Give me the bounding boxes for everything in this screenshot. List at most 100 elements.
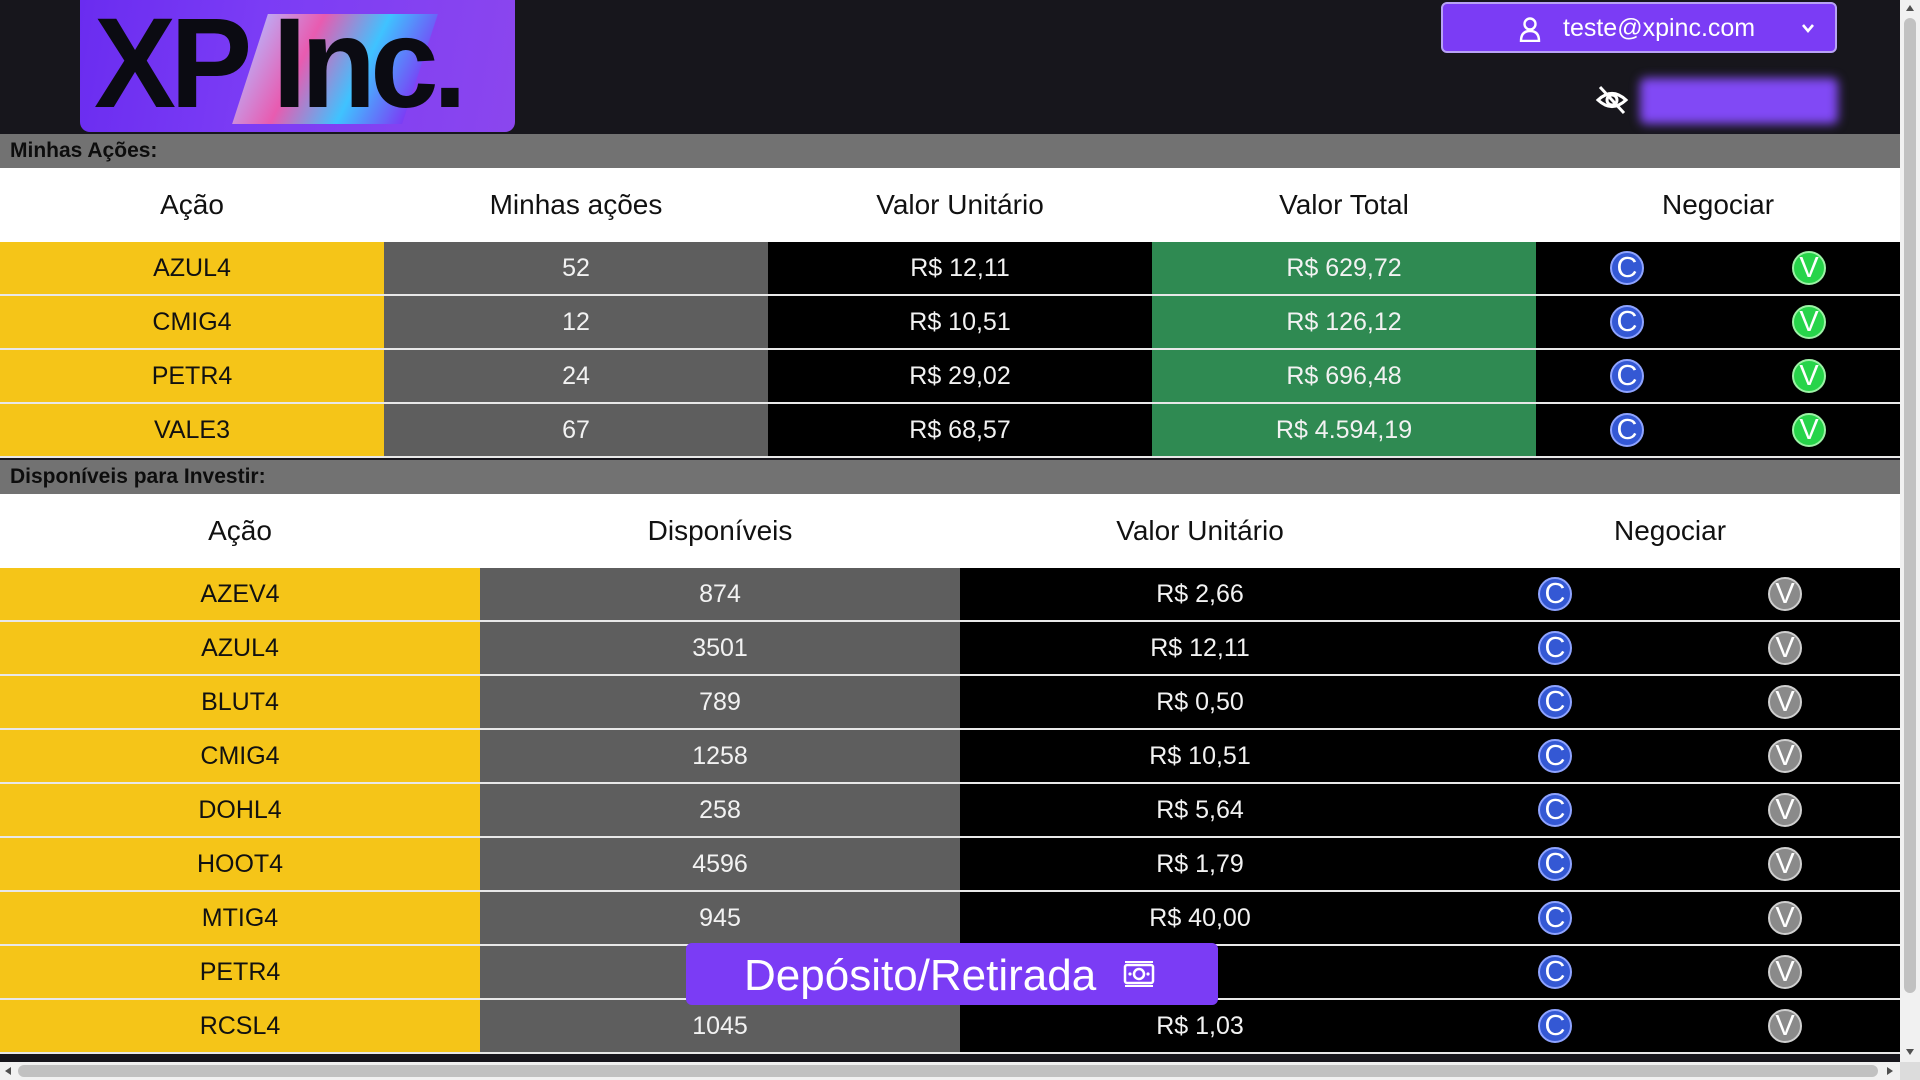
column-header-ticker: Ação bbox=[208, 515, 272, 546]
scroll-down-arrow-icon[interactable] bbox=[1905, 1048, 1915, 1056]
scrollbar-corner bbox=[1900, 1062, 1920, 1080]
buy-button[interactable]: C bbox=[1538, 685, 1572, 719]
quantity-cell: 1258 bbox=[480, 730, 960, 782]
total-value-cell: R$ 126,12 bbox=[1152, 296, 1536, 348]
sell-button[interactable]: V bbox=[1792, 359, 1826, 393]
column-header-trade: Negociar bbox=[1661, 189, 1775, 220]
buy-button[interactable]: C bbox=[1538, 577, 1572, 611]
xp-logo[interactable]: XP Inc. bbox=[80, 0, 515, 132]
quantity-cell: 874 bbox=[480, 568, 960, 620]
quantity-cell: 67 bbox=[384, 404, 768, 456]
quantity-cell: 4596 bbox=[480, 838, 960, 890]
quantity-cell: 12 bbox=[384, 296, 768, 348]
sell-button[interactable]: V bbox=[1768, 955, 1802, 989]
unit-value-cell: R$ 0,50 bbox=[960, 676, 1440, 728]
table-row: DOHL4 258 R$ 5,64 C V bbox=[0, 784, 1900, 838]
table-row: MTIG4 945 R$ 40,00 C V bbox=[0, 892, 1900, 946]
ticker-cell: AZUL4 bbox=[0, 622, 480, 674]
eye-off-icon[interactable] bbox=[1595, 83, 1629, 117]
unit-value-cell: R$ 1,79 bbox=[960, 838, 1440, 890]
quantity-cell: 3501 bbox=[480, 622, 960, 674]
unit-value-cell: R$ 5,64 bbox=[960, 784, 1440, 836]
buy-button[interactable]: C bbox=[1610, 251, 1644, 285]
trade-cell: C V bbox=[1440, 730, 1900, 782]
ticker-cell: MTIG4 bbox=[0, 892, 480, 944]
table-row: CMIG4 12 R$ 10,51 R$ 126,12 C V bbox=[0, 296, 1900, 350]
scroll-left-arrow-icon[interactable] bbox=[4, 1066, 12, 1076]
column-header-my-shares: Minhas ações bbox=[489, 189, 663, 220]
section-title-my-stocks: Minhas Ações: bbox=[0, 134, 1900, 168]
sell-button[interactable]: V bbox=[1768, 1009, 1802, 1043]
scroll-up-arrow-icon[interactable] bbox=[1905, 4, 1915, 12]
buy-button[interactable]: C bbox=[1610, 413, 1644, 447]
buy-button[interactable]: C bbox=[1610, 359, 1644, 393]
sell-button[interactable]: V bbox=[1768, 847, 1802, 881]
unit-value-cell: R$ 68,57 bbox=[768, 404, 1152, 456]
buy-button[interactable]: C bbox=[1538, 793, 1572, 827]
unit-value-cell: R$ 12,11 bbox=[768, 242, 1152, 294]
sell-button[interactable]: V bbox=[1768, 577, 1802, 611]
ticker-cell: RCSL4 bbox=[0, 1000, 480, 1052]
sell-button[interactable]: V bbox=[1768, 901, 1802, 935]
sell-button[interactable]: V bbox=[1768, 739, 1802, 773]
quantity-cell: 1045 bbox=[480, 1000, 960, 1052]
sell-button[interactable]: V bbox=[1768, 793, 1802, 827]
money-icon bbox=[1123, 961, 1155, 987]
table-row: CMIG4 1258 R$ 10,51 C V bbox=[0, 730, 1900, 784]
quantity-cell: 52 bbox=[384, 242, 768, 294]
ticker-cell: HOOT4 bbox=[0, 838, 480, 890]
ticker-cell: AZEV4 bbox=[0, 568, 480, 620]
quantity-cell: 789 bbox=[480, 676, 960, 728]
table-row: AZUL4 3501 R$ 12,11 C V bbox=[0, 622, 1900, 676]
buy-button[interactable]: C bbox=[1538, 901, 1572, 935]
trade-cell: C V bbox=[1440, 1000, 1900, 1052]
vertical-scrollbar[interactable] bbox=[1900, 0, 1920, 1062]
ticker-cell: DOHL4 bbox=[0, 784, 480, 836]
trade-cell: C V bbox=[1440, 838, 1900, 890]
deposit-withdraw-label: Depósito/Retirada bbox=[744, 951, 1097, 1000]
trade-cell: C V bbox=[1536, 242, 1900, 294]
buy-button[interactable]: C bbox=[1538, 847, 1572, 881]
my-stocks-table-header: Ação Minhas ações Valor Unitário Valor T… bbox=[0, 168, 1900, 242]
deposit-withdraw-button[interactable]: Depósito/Retirada bbox=[686, 943, 1218, 1005]
trade-cell: C V bbox=[1440, 568, 1900, 620]
trade-cell: C V bbox=[1536, 350, 1900, 402]
sell-button[interactable]: V bbox=[1768, 685, 1802, 719]
user-menu-button[interactable]: teste@xpinc.com bbox=[1441, 2, 1837, 53]
chevron-down-icon bbox=[1802, 24, 1814, 34]
quantity-cell: 945 bbox=[480, 892, 960, 944]
section-title-available: Disponíveis para Investir: bbox=[0, 460, 1900, 494]
trade-cell: C V bbox=[1440, 676, 1900, 728]
buy-button[interactable]: C bbox=[1538, 955, 1572, 989]
quantity-cell: 24 bbox=[384, 350, 768, 402]
scroll-right-arrow-icon[interactable] bbox=[1886, 1066, 1894, 1076]
buy-button[interactable]: C bbox=[1538, 631, 1572, 665]
ticker-cell: VALE3 bbox=[0, 404, 384, 456]
trade-cell: C V bbox=[1440, 622, 1900, 674]
trade-cell: C V bbox=[1440, 946, 1900, 998]
unit-value-cell: R$ 29,02 bbox=[768, 350, 1152, 402]
horizontal-scroll-thumb[interactable] bbox=[18, 1065, 1878, 1077]
unit-value-cell: R$ 10,51 bbox=[960, 730, 1440, 782]
vertical-scroll-thumb[interactable] bbox=[1904, 18, 1916, 993]
sell-button[interactable]: V bbox=[1792, 251, 1826, 285]
sell-button[interactable]: V bbox=[1768, 631, 1802, 665]
ticker-cell: CMIG4 bbox=[0, 730, 480, 782]
total-value-cell: R$ 629,72 bbox=[1152, 242, 1536, 294]
horizontal-scrollbar[interactable] bbox=[0, 1062, 1900, 1080]
buy-button[interactable]: C bbox=[1538, 739, 1572, 773]
sell-button[interactable]: V bbox=[1792, 305, 1826, 339]
my-stocks-table-body: AZUL4 52 R$ 12,11 R$ 629,72 C V CMIG4 12… bbox=[0, 242, 1900, 458]
table-row: AZUL4 52 R$ 12,11 R$ 629,72 C V bbox=[0, 242, 1900, 296]
hidden-balance bbox=[1640, 78, 1838, 124]
buy-button[interactable]: C bbox=[1610, 305, 1644, 339]
ticker-cell: PETR4 bbox=[0, 350, 384, 402]
trade-cell: C V bbox=[1536, 296, 1900, 348]
sell-button[interactable]: V bbox=[1792, 413, 1826, 447]
column-header-total-value: Valor Total bbox=[1279, 189, 1409, 220]
trade-cell: C V bbox=[1440, 892, 1900, 944]
column-header-ticker: Ação bbox=[160, 189, 224, 220]
total-value-cell: R$ 4.594,19 bbox=[1152, 404, 1536, 456]
buy-button[interactable]: C bbox=[1538, 1009, 1572, 1043]
ticker-cell: AZUL4 bbox=[0, 242, 384, 294]
